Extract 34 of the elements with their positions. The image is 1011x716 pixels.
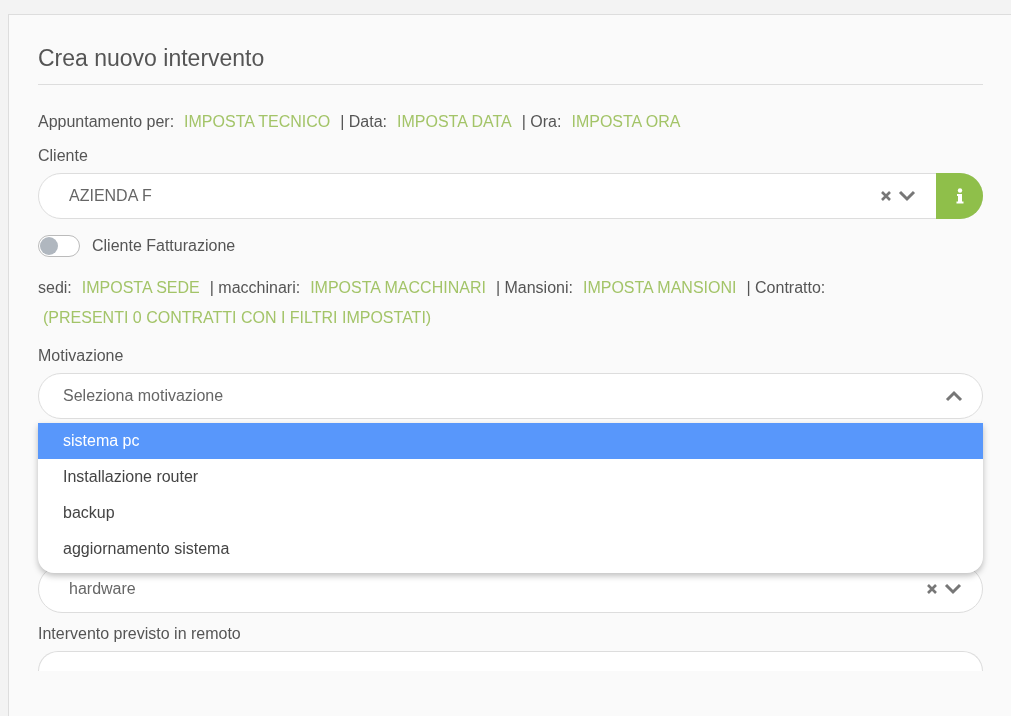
select-value: AZIENDA F [69, 187, 153, 205]
contract-status-link[interactable]: (PRESENTI 0 CONTRATTI CON I FILTRI IMPOSTATI) [43, 309, 432, 327]
field-label: | Contratto: [746, 278, 826, 298]
chevron-down-icon[interactable] [898, 190, 916, 202]
dropdown-option[interactable]: sistema pc [38, 423, 983, 459]
chevron-down-icon[interactable] [944, 583, 962, 595]
set-link[interactable]: IMPOSTA MACCHINARI [310, 275, 486, 301]
dropdown-option[interactable]: Installazione router [38, 459, 983, 495]
field-label: Cliente [38, 147, 89, 165]
dropdown-option[interactable]: backup [38, 495, 983, 531]
field-label: Motivazione [38, 347, 125, 365]
set-link[interactable]: IMPOSTA SEDE [81, 275, 200, 301]
field-label: Appuntamento per: [38, 112, 175, 132]
set-link[interactable]: IMPOSTA ORA [571, 109, 681, 135]
set-link[interactable]: IMPOSTA DATA [397, 109, 512, 135]
dropdown-option[interactable]: aggiornamento sistema [38, 531, 983, 567]
field-label: | Ora: [521, 112, 562, 132]
field-label: | Mansioni: [495, 278, 573, 298]
select-value: hardware [69, 580, 137, 598]
client-select[interactable]: AZIENDA F [38, 173, 983, 219]
form-title: Crea nuovo intervento [38, 45, 983, 85]
field-label: | macchinari: [209, 278, 301, 298]
set-link[interactable]: IMPOSTA MANSIONI [582, 275, 737, 301]
field-label: Intervento previsto in remoto [38, 625, 242, 643]
reason-select[interactable]: Seleziona motivazione [38, 373, 983, 419]
field-label: | Data: [340, 112, 388, 132]
clear-icon[interactable] [880, 190, 892, 202]
clear-icon[interactable] [926, 583, 938, 595]
toggle-switch[interactable] [38, 235, 80, 257]
chevron-up-icon[interactable] [945, 390, 963, 402]
set-link[interactable]: IMPOSTA TECNICO [184, 109, 331, 135]
toggle-label: Cliente Fatturazione [92, 237, 236, 255]
field-label: sedi: [38, 278, 72, 298]
info-icon [955, 188, 964, 204]
